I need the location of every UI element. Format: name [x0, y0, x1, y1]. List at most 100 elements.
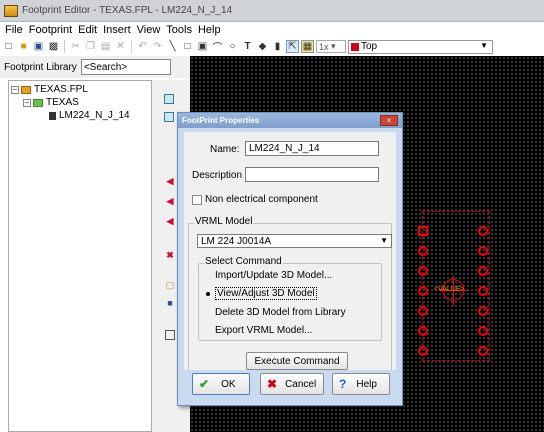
pad[interactable]	[418, 246, 428, 256]
command-label: Import/Update 3D Model...	[215, 270, 333, 281]
menu-view[interactable]: View	[134, 24, 164, 36]
new-file-icon[interactable]: □	[2, 40, 15, 53]
tree-node-label: TEXAS.FPL	[34, 84, 88, 95]
layer-color-swatch	[351, 42, 359, 51]
collapse-icon[interactable]: –	[11, 85, 19, 94]
open-folder-icon[interactable]: ■	[17, 40, 30, 53]
library-search-input[interactable]	[80, 59, 171, 75]
ok-button[interactable]: ✔ OK	[192, 373, 250, 395]
menu-help[interactable]: Help	[195, 24, 224, 36]
close-button[interactable]: ×	[380, 115, 398, 126]
print-icon[interactable]: ▩	[47, 40, 60, 53]
pad[interactable]	[478, 326, 488, 336]
move-left-icon[interactable]: ◀	[165, 176, 175, 186]
library-label: Footprint Library	[4, 61, 77, 73]
menu-footprint[interactable]: Footprint	[26, 24, 75, 36]
text-tool-icon[interactable]: T	[241, 40, 254, 53]
pad[interactable]	[418, 226, 428, 236]
command-label: View/Adjust 3D Model	[215, 287, 317, 300]
execute-command-button[interactable]: Execute Command	[246, 352, 348, 370]
menu-tools[interactable]: Tools	[163, 24, 195, 36]
layer-select[interactable]: Top ▼	[348, 39, 493, 54]
undo-icon[interactable]: ↶	[136, 40, 149, 53]
window-title: Footprint Editor - TEXAS.FPL - LM224_N_J…	[22, 5, 233, 16]
name-field[interactable]	[245, 141, 379, 156]
pad[interactable]	[418, 346, 428, 356]
radio-selected[interactable]	[206, 291, 210, 296]
vrml-model-select[interactable]: LM 224 J0014A ▼	[197, 234, 392, 248]
delete-icon[interactable]: ✕	[114, 40, 127, 53]
page-icon[interactable]	[164, 94, 174, 104]
collapse-icon[interactable]: –	[23, 98, 31, 107]
radio-unselected[interactable]	[206, 311, 210, 315]
tree-node-group[interactable]: – TEXAS	[9, 96, 151, 109]
toolbar: □ ■ ▣ ▩ ✂ ❐ ▤ ✕ ↶ ↷ ╲ □ ▣ ⌒ ○ T ◆ ▮ ⇱ ▦ …	[0, 38, 544, 55]
command-view-option[interactable]: View/Adjust 3D Model	[204, 287, 317, 300]
ok-button-label: OK	[221, 378, 236, 390]
move-left-icon[interactable]: ◀	[165, 216, 175, 226]
circle-tool-icon[interactable]: ○	[226, 40, 239, 53]
save-icon[interactable]: ▣	[32, 40, 45, 53]
pad[interactable]	[478, 266, 488, 276]
arc-tool-icon[interactable]: ⌒	[211, 40, 224, 54]
radio-unselected[interactable]	[206, 274, 210, 278]
command-export-option[interactable]: Export VRML Model...	[204, 324, 312, 337]
menu-insert[interactable]: Insert	[100, 24, 134, 36]
footprint-properties-dialog: FootPrint Properties × Name: Description…	[177, 112, 403, 406]
redo-icon[interactable]: ↷	[151, 40, 164, 53]
paste-icon[interactable]: ▤	[99, 40, 112, 53]
zoom-select[interactable]: 1x ▾	[316, 40, 346, 53]
cut-icon[interactable]: ✂	[69, 40, 82, 53]
radio-unselected[interactable]	[206, 329, 210, 333]
pad-tool-icon[interactable]: ◆	[256, 40, 269, 53]
tree-node-label: TEXAS	[46, 97, 79, 108]
dialog-title: FootPrint Properties	[182, 116, 260, 125]
command-import-option[interactable]: Import/Update 3D Model...	[204, 269, 332, 282]
chevron-down-icon: ▼	[380, 236, 388, 245]
menu-edit[interactable]: Edit	[75, 24, 100, 36]
name-label: Name:	[210, 144, 240, 155]
help-button[interactable]: ? Help	[332, 373, 390, 395]
cancel-button[interactable]: ✖ Cancel	[260, 373, 324, 395]
select-command-title: Select Command	[204, 256, 283, 267]
check-icon: ✔	[199, 377, 210, 391]
remove-icon[interactable]: ✖	[165, 250, 175, 260]
open-icon[interactable]: ▢	[165, 280, 175, 290]
grid-tool-icon[interactable]: ▦	[301, 40, 314, 53]
select-tool-icon[interactable]: ⇱	[286, 40, 299, 53]
line-tool-icon[interactable]: ╲	[166, 40, 179, 53]
rectangle-tool-icon[interactable]: □	[181, 40, 194, 53]
non-electrical-checkbox[interactable]	[192, 195, 202, 205]
command-delete-option[interactable]: Delete 3D Model from Library	[204, 306, 346, 319]
description-field[interactable]	[245, 167, 379, 182]
library-icon	[21, 85, 31, 94]
page-icon[interactable]	[164, 112, 174, 122]
help-button-label: Help	[356, 378, 377, 390]
filled-rectangle-tool-icon[interactable]: ▣	[196, 40, 209, 53]
non-electrical-label: Non electrical component	[205, 194, 318, 205]
dialog-footer: ✔ OK ✖ Cancel ? Help	[184, 370, 396, 396]
properties-icon[interactable]	[165, 330, 175, 340]
save-icon[interactable]: ■	[165, 298, 175, 308]
pad[interactable]	[478, 226, 488, 236]
tree-node-root[interactable]: – TEXAS.FPL	[9, 83, 151, 96]
dialog-body: Name: Description Non electrical compone…	[184, 132, 396, 388]
copy-icon[interactable]: ❐	[84, 40, 97, 53]
pad[interactable]	[418, 266, 428, 276]
pad[interactable]	[478, 306, 488, 316]
library-tree: – TEXAS.FPL – TEXAS LM224_N_J_14	[8, 80, 152, 432]
dialog-titlebar: FootPrint Properties	[178, 113, 402, 128]
tree-node-item[interactable]: LM224_N_J_14	[9, 109, 151, 122]
move-left-icon[interactable]: ◀	[165, 196, 175, 206]
pad[interactable]	[478, 286, 488, 296]
menu-file[interactable]: File	[2, 24, 26, 36]
pad[interactable]	[418, 326, 428, 336]
pad[interactable]	[418, 286, 428, 296]
pad[interactable]	[418, 306, 428, 316]
chevron-down-icon: ▼	[480, 40, 488, 50]
origin-tool-icon[interactable]: ▮	[271, 40, 284, 53]
vrml-model-group-title: VRML Model	[194, 216, 254, 227]
description-label: Description	[192, 170, 243, 181]
pad[interactable]	[478, 246, 488, 256]
pad[interactable]	[478, 346, 488, 356]
